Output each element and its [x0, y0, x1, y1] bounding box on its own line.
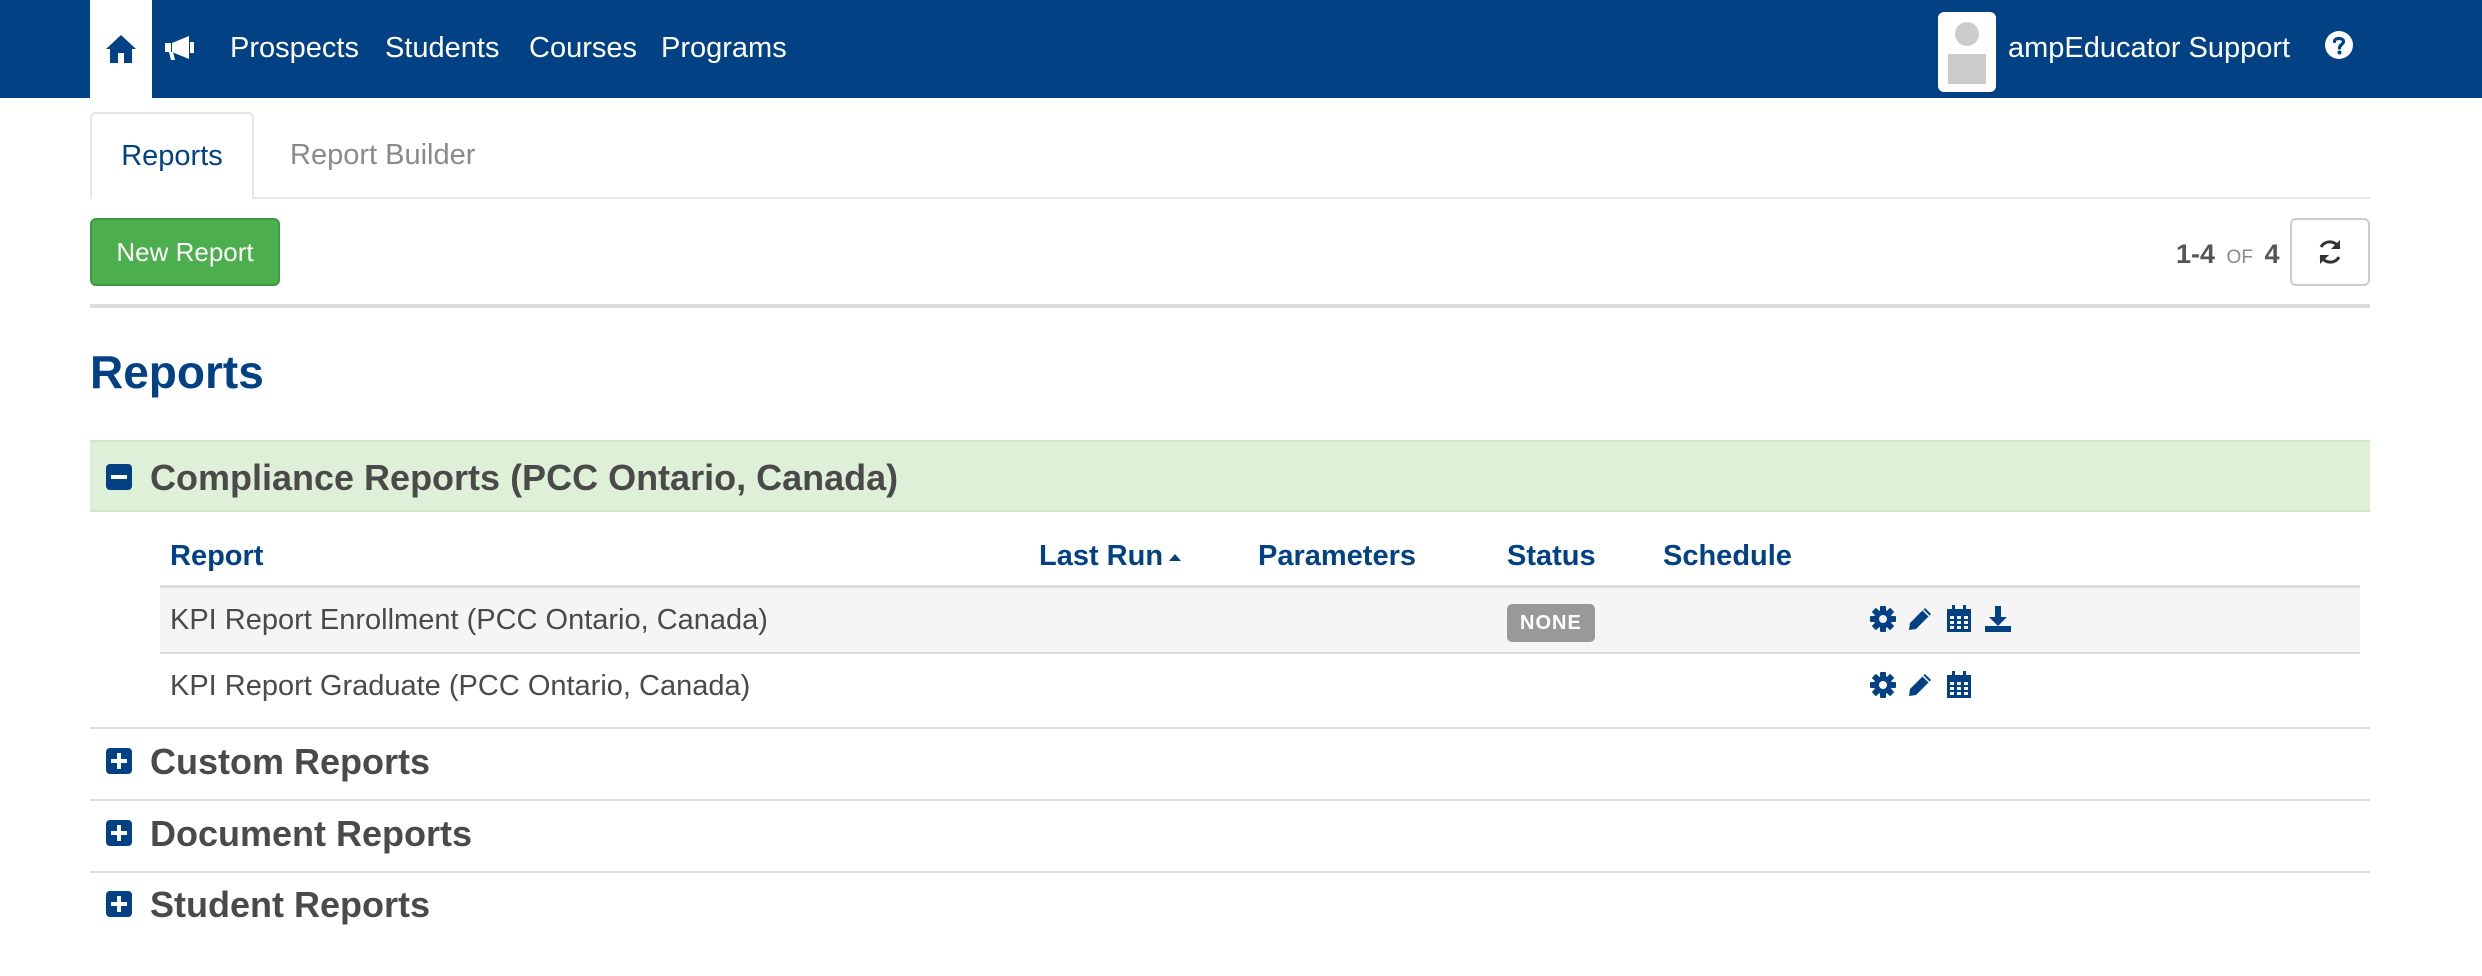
column-header-status[interactable]: Status: [1507, 536, 1596, 576]
pager-total: 4: [2264, 239, 2280, 269]
refresh-icon: [2319, 240, 2341, 264]
gear-icon[interactable]: [1868, 670, 1898, 700]
tab-report-builder[interactable]: Report Builder: [290, 112, 475, 198]
new-report-button[interactable]: New Report: [90, 218, 280, 286]
column-header-parameters[interactable]: Parameters: [1258, 536, 1416, 576]
table-row: KPI Report Enrollment (PCC Ontario, Cana…: [160, 588, 2360, 652]
toolbar-divider: [90, 304, 2370, 308]
report-name: KPI Report Enrollment (PCC Ontario, Cana…: [170, 604, 768, 636]
expand-icon[interactable]: [106, 891, 132, 917]
group-header-student[interactable]: Student Reports: [90, 869, 2370, 941]
table-row: KPI Report Graduate (PCC Ontario, Canada…: [160, 654, 2360, 718]
avatar-head: [1955, 22, 1979, 46]
tab-reports[interactable]: Reports: [90, 112, 254, 200]
group-title: Student Reports: [150, 884, 431, 925]
group-title: Document Reports: [150, 813, 473, 854]
expand-icon[interactable]: [106, 748, 132, 774]
help-icon: [2325, 31, 2353, 59]
home-icon: [106, 35, 136, 63]
avatar-body: [1948, 54, 1986, 84]
column-header-label: Last Run: [1039, 540, 1164, 572]
megaphone-icon: [165, 36, 194, 60]
user-menu-name[interactable]: ampEducator Support: [2008, 28, 2290, 68]
group-header-compliance[interactable]: Compliance Reports (PCC Ontario, Canada): [90, 440, 2370, 512]
collapse-icon[interactable]: [106, 464, 132, 490]
group-header-document[interactable]: Document Reports: [90, 798, 2370, 870]
status-badge: NONE: [1507, 604, 1595, 642]
group-header-custom[interactable]: Custom Reports: [90, 726, 2370, 798]
nav-link-students[interactable]: Students: [385, 28, 499, 68]
column-header-report[interactable]: Report: [170, 536, 263, 576]
announcements-button[interactable]: [162, 28, 198, 68]
nav-link-prospects[interactable]: Prospects: [230, 28, 359, 68]
calendar-icon[interactable]: [1944, 604, 1974, 634]
column-header-last-run[interactable]: Last Run: [1039, 536, 1182, 576]
column-header-schedule[interactable]: Schedule: [1663, 536, 1792, 576]
expand-icon[interactable]: [106, 820, 132, 846]
pencil-icon[interactable]: [1905, 670, 1935, 700]
report-name: KPI Report Graduate (PCC Ontario, Canada…: [170, 670, 751, 702]
download-icon[interactable]: [1983, 604, 2013, 634]
group-title: Custom Reports: [150, 741, 431, 782]
pager-range: 1-4: [2176, 239, 2216, 269]
group-title: Compliance Reports (PCC Ontario, Canada): [150, 457, 899, 498]
avatar[interactable]: [1938, 12, 1996, 92]
pager-of: OF: [2226, 247, 2253, 268]
home-button[interactable]: [90, 0, 152, 98]
help-button[interactable]: [2324, 30, 2354, 60]
refresh-button[interactable]: [2290, 218, 2370, 286]
top-navbar: Prospects Students Courses Programs ampE…: [0, 0, 2482, 98]
gear-icon[interactable]: [1868, 604, 1898, 634]
calendar-icon[interactable]: [1944, 670, 1974, 700]
page-title: Reports: [90, 346, 264, 398]
sort-ascending-icon: [1169, 553, 1182, 561]
pencil-icon[interactable]: [1905, 604, 1935, 634]
nav-link-programs[interactable]: Programs: [661, 28, 787, 68]
pagination-summary: 1-4 OF 4: [2176, 234, 2279, 274]
nav-link-courses[interactable]: Courses: [529, 28, 637, 68]
